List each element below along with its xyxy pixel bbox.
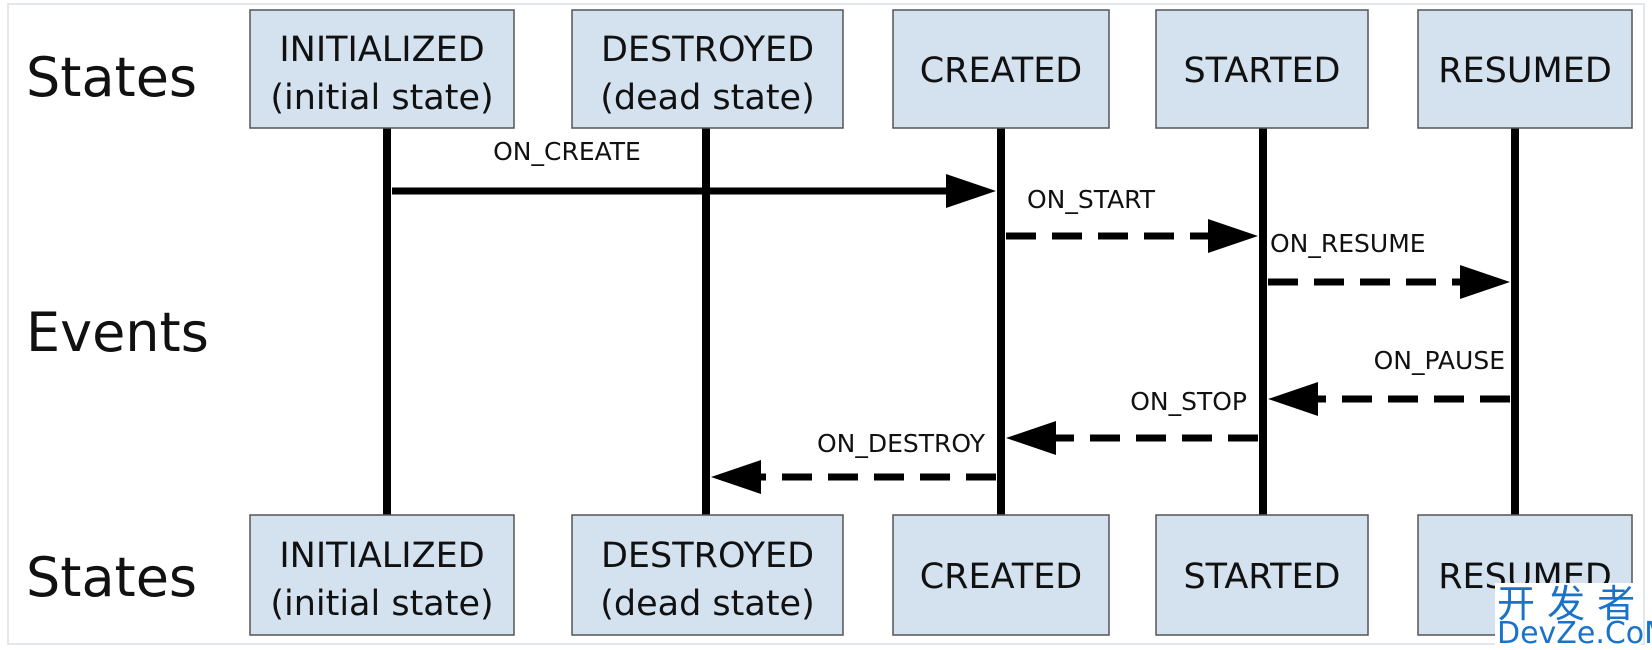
state-name: INITIALIZED bbox=[279, 536, 484, 576]
lifecycle-diagram: States Events States INITIALIZED (initial… bbox=[7, 3, 1652, 650]
watermark: 开 发 者 DevZe.CoM bbox=[1495, 582, 1652, 650]
state-note: (initial state) bbox=[270, 584, 493, 624]
state-name: RESUMED bbox=[1438, 51, 1612, 91]
state-box-initialized-top: INITIALIZED (initial state) bbox=[249, 9, 515, 129]
row-label-events: Events bbox=[26, 301, 209, 364]
arrowhead-icon bbox=[1006, 421, 1056, 455]
event-label: ON_STOP bbox=[1130, 387, 1247, 416]
state-note: (dead state) bbox=[600, 78, 815, 118]
state-box-created-top: CREATED bbox=[892, 9, 1110, 129]
state-box-created-bottom: CREATED bbox=[892, 514, 1110, 636]
state-name: CREATED bbox=[920, 557, 1083, 597]
state-box-started-top: STARTED bbox=[1155, 9, 1369, 129]
state-box-resumed-top: RESUMED bbox=[1417, 9, 1633, 129]
state-note: (initial state) bbox=[270, 78, 493, 118]
state-name: STARTED bbox=[1183, 557, 1340, 597]
event-label: ON_START bbox=[1027, 185, 1156, 214]
arrowhead-icon bbox=[1208, 219, 1258, 253]
arrowhead-icon bbox=[946, 174, 996, 208]
event-label: ON_CREATE bbox=[493, 137, 641, 166]
event-arrow-on-resume: ON_RESUME bbox=[1268, 229, 1510, 299]
arrowhead-icon bbox=[711, 460, 761, 494]
event-arrow-on-start: ON_START bbox=[1006, 185, 1258, 253]
event-arrow-on-pause: ON_PAUSE bbox=[1268, 346, 1510, 416]
state-note: (dead state) bbox=[600, 584, 815, 624]
state-name: CREATED bbox=[920, 51, 1083, 91]
event-label: ON_RESUME bbox=[1270, 229, 1426, 258]
event-label: ON_PAUSE bbox=[1374, 346, 1505, 375]
arrowhead-icon bbox=[1268, 382, 1318, 416]
event-label: ON_DESTROY bbox=[817, 429, 986, 458]
state-name: INITIALIZED bbox=[279, 30, 484, 70]
state-box-destroyed-top: DESTROYED (dead state) bbox=[571, 9, 844, 129]
row-label-states-bottom: States bbox=[26, 546, 197, 609]
watermark-line2: DevZe.CoM bbox=[1497, 616, 1652, 650]
arrowhead-icon bbox=[1460, 265, 1510, 299]
state-box-destroyed-bottom: DESTROYED (dead state) bbox=[571, 514, 844, 636]
event-arrow-on-destroy: ON_DESTROY bbox=[711, 429, 996, 494]
state-box-started-bottom: STARTED bbox=[1155, 514, 1369, 636]
state-name: DESTROYED bbox=[601, 536, 814, 576]
event-arrow-on-create: ON_CREATE bbox=[392, 137, 996, 208]
row-label-states-top: States bbox=[26, 46, 197, 109]
state-name: DESTROYED bbox=[601, 30, 814, 70]
state-name: STARTED bbox=[1183, 51, 1340, 91]
event-arrow-on-stop: ON_STOP bbox=[1006, 387, 1258, 455]
state-box-initialized-bottom: INITIALIZED (initial state) bbox=[249, 514, 515, 636]
